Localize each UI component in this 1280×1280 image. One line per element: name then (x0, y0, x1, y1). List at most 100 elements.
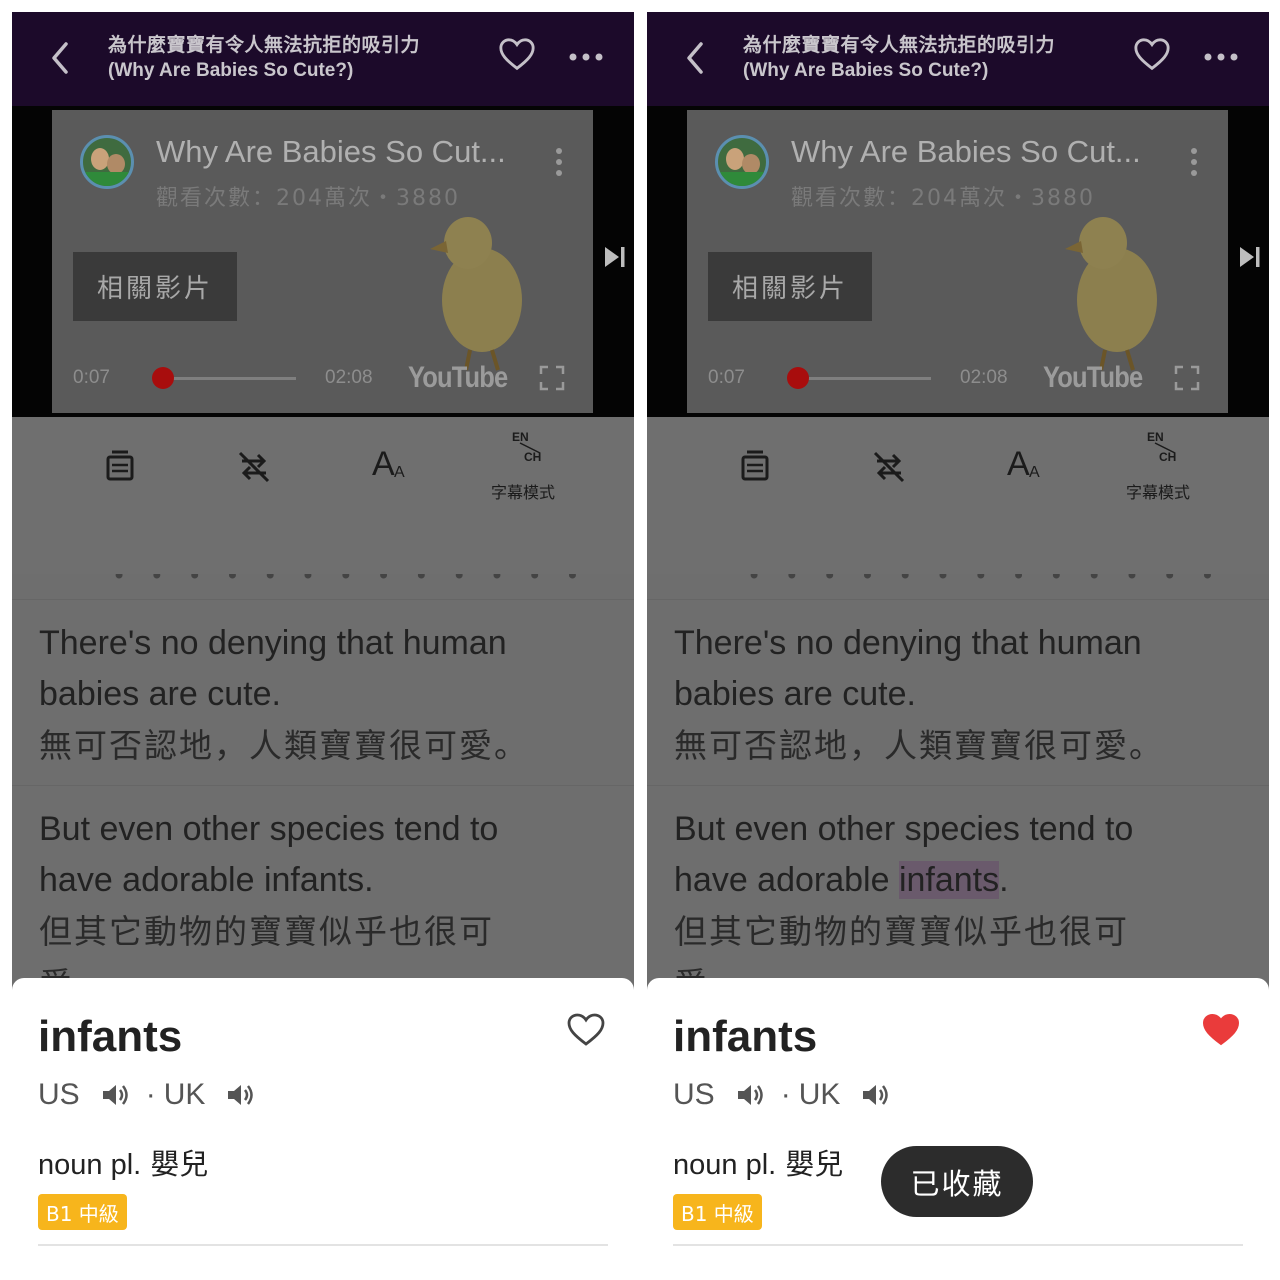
sentence-english[interactable]: But even other species tend to have ador… (674, 804, 1194, 906)
skip-next-icon[interactable] (1237, 244, 1263, 270)
speaker-icon[interactable] (100, 1081, 130, 1109)
font-size-icon[interactable]: AA (370, 443, 410, 483)
video-title[interactable]: Why Are Babies So Cut... (791, 134, 1141, 170)
speaker-icon[interactable] (225, 1081, 255, 1109)
pronunciation-row: US · UK (673, 1078, 900, 1112)
channel-avatar[interactable] (715, 135, 769, 189)
progress-knob[interactable] (786, 367, 809, 389)
current-time: 0:07 (73, 367, 110, 388)
progress-track[interactable] (790, 377, 931, 380)
video-player[interactable]: Why Are Babies So Cut... 觀看次數：204萬次・3880… (687, 110, 1228, 413)
svg-text:A: A (1007, 445, 1030, 483)
lesson-title-zh: 為什麼寶寶有令人無法抗拒的吸引力 (743, 34, 1056, 56)
dictionary-word: infants (38, 1012, 183, 1061)
level-badge: B1 中級 (38, 1194, 127, 1230)
transcript-sentence[interactable]: There's no denying that human babies are… (647, 602, 1269, 786)
transcript-sentence[interactable]: There's no denying that human babies are… (12, 602, 634, 786)
progress-knob[interactable] (151, 367, 174, 389)
speaker-icon[interactable] (735, 1081, 765, 1109)
saved-toast: 已收藏 (881, 1146, 1033, 1217)
us-label: US (673, 1078, 715, 1111)
sentence-chinese: 無可否認地，人類寶寶很可愛。 (39, 726, 529, 765)
subtitle-mode-icon[interactable]: EN CH (1145, 427, 1185, 467)
video-menu-icon[interactable] (1189, 146, 1199, 178)
sentence-english[interactable]: There's no denying that human babies are… (39, 618, 559, 720)
heart-icon[interactable] (566, 1012, 606, 1048)
player-toolbar: AA EN CH 字幕模式 (647, 417, 1269, 574)
video-player-area: Why Are Babies So Cut... 觀看次數：204萬次・3880… (12, 106, 634, 417)
lesson-title-en: (Why Are Babies So Cute?) (743, 60, 989, 81)
svg-text:CH: CH (524, 450, 541, 464)
app-header: 為什麼寶寶有令人無法抗拒的吸引力 (Why Are Babies So Cute… (12, 12, 634, 106)
uk-label: UK (798, 1078, 841, 1111)
video-menu-icon[interactable] (554, 146, 564, 178)
current-time: 0:07 (708, 367, 745, 388)
font-size-icon[interactable]: AA (1005, 443, 1045, 483)
skip-next-icon[interactable] (602, 244, 628, 270)
lesson-title: 為什麼寶寶有令人無法抗拒的吸引力 (Why Are Babies So Cute… (108, 32, 420, 84)
playlist-icon[interactable] (735, 447, 775, 487)
uk-label: UK (163, 1078, 206, 1111)
speaker-icon[interactable] (860, 1081, 890, 1109)
related-videos-button[interactable]: 相關影片 (708, 252, 872, 321)
fullscreen-icon[interactable] (1174, 365, 1200, 391)
svg-text:A: A (394, 464, 405, 481)
subtitle-mode-icon[interactable]: EN CH (510, 427, 550, 467)
more-horizontal-icon[interactable] (568, 52, 604, 62)
lesson-title-zh: 為什麼寶寶有令人無法抗拒的吸引力 (108, 34, 421, 56)
divider (38, 1244, 608, 1246)
duck-thumbnail (430, 217, 522, 371)
divider (673, 1244, 1243, 1246)
app-header: 為什麼寶寶有令人無法抗拒的吸引力 (Why Are Babies So Cute… (647, 12, 1269, 106)
previous-sentence-fragment: • • • • • • • • • • • • • (12, 574, 634, 600)
back-icon[interactable] (681, 38, 711, 78)
video-view-count: 觀看次數：204萬次・3880 (791, 186, 1095, 211)
transcript-list: • • • • • • • • • • • • • There's no den… (12, 574, 634, 1004)
heart-icon[interactable] (498, 36, 536, 74)
dictionary-card: infants US · UK noun pl. 嬰兒 B1 中級 (12, 978, 634, 1280)
screen-after-favorite: 為什麼寶寶有令人無法抗拒的吸引力 (Why Are Babies So Cute… (647, 12, 1269, 1280)
previous-sentence-fragment: • • • • • • • • • • • • • (647, 574, 1269, 600)
repeat-off-icon[interactable] (869, 447, 909, 487)
svg-text:A: A (1029, 464, 1040, 481)
channel-avatar[interactable] (80, 135, 134, 189)
word-infants[interactable]: infants (264, 861, 364, 899)
sentence-chinese: 無可否認地，人類寶寶很可愛。 (674, 726, 1164, 765)
us-label: US (38, 1078, 80, 1111)
sentence-english[interactable]: But even other species tend to have ador… (39, 804, 559, 906)
definition-line: noun pl. 嬰兒 (38, 1141, 208, 1183)
video-title[interactable]: Why Are Babies So Cut... (156, 134, 506, 170)
video-player-area: Why Are Babies So Cut... 觀看次數：204萬次・3880… (647, 106, 1269, 417)
word-infants-highlighted[interactable]: infants (898, 861, 1000, 899)
dictionary-word: infants (673, 1012, 818, 1061)
sentence-chinese: 但其它動物的寶寶似乎也很可 (674, 912, 1129, 951)
total-time: 02:08 (960, 367, 1008, 388)
heart-filled-icon[interactable] (1201, 1012, 1241, 1048)
heart-icon[interactable] (1133, 36, 1171, 74)
definition-line: noun pl. 嬰兒 (673, 1141, 843, 1183)
transcript-sentence[interactable]: But even other species tend to have ador… (647, 786, 1269, 1004)
separator-dot: · (145, 1078, 156, 1111)
video-view-count: 觀看次數：204萬次・3880 (156, 186, 460, 211)
fullscreen-icon[interactable] (539, 365, 565, 391)
playlist-icon[interactable] (100, 447, 140, 487)
youtube-logo[interactable]: YouTube (1043, 361, 1143, 395)
svg-text:EN: EN (512, 430, 529, 444)
video-player[interactable]: Why Are Babies So Cut... 觀看次數：204萬次・3880… (52, 110, 593, 413)
youtube-logo[interactable]: YouTube (408, 361, 508, 395)
screen-before-favorite: 為什麼寶寶有令人無法抗拒的吸引力 (Why Are Babies So Cute… (12, 12, 634, 1280)
subtitle-mode-label[interactable]: 字幕模式 (491, 479, 555, 503)
progress-track[interactable] (155, 377, 296, 380)
more-horizontal-icon[interactable] (1203, 52, 1239, 62)
definition-meaning: 嬰兒 (150, 1147, 209, 1181)
dictionary-card: infants US · UK noun pl. 嬰兒 B1 中級 已收藏 (647, 978, 1269, 1280)
transcript-sentence[interactable]: But even other species tend to have ador… (12, 786, 634, 1004)
back-icon[interactable] (46, 38, 76, 78)
separator-dot: · (780, 1078, 791, 1111)
repeat-off-icon[interactable] (234, 447, 274, 487)
lesson-title: 為什麼寶寶有令人無法抗拒的吸引力 (Why Are Babies So Cute… (743, 32, 1055, 84)
related-videos-button[interactable]: 相關影片 (73, 252, 237, 321)
sentence-english[interactable]: There's no denying that human babies are… (674, 618, 1194, 720)
part-of-speech: noun pl. (38, 1149, 142, 1181)
subtitle-mode-label[interactable]: 字幕模式 (1126, 479, 1190, 503)
